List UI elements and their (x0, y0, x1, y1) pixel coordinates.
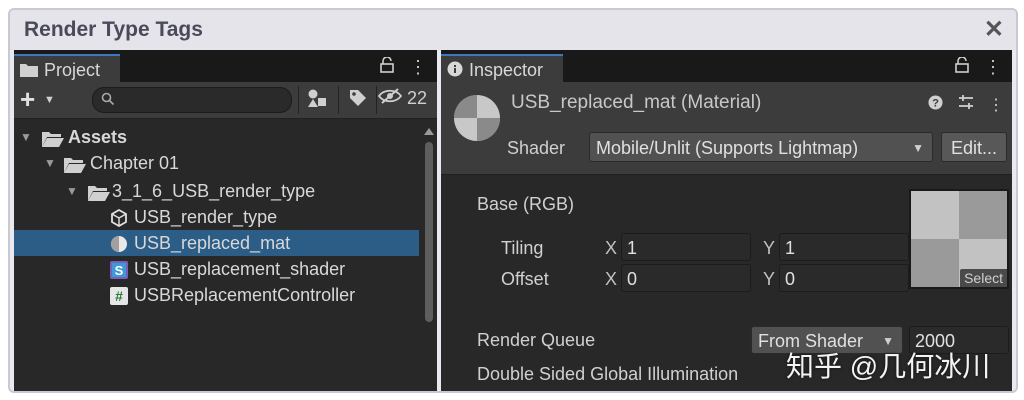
inspector-panel: Inspector ⋮ USB_replaced_mat (Material) … (441, 50, 1012, 391)
scroll-up-icon[interactable] (424, 128, 434, 135)
project-tab-tools: ⋮ (370, 56, 427, 78)
material-header-tools: ? ⋮ (918, 94, 1004, 115)
shader-dropdown-value: Mobile/Unlit (Supports Lightmap) (596, 138, 859, 158)
tree-item-label: USB_replaced_mat (134, 233, 291, 253)
label-tag-icon[interactable] (348, 88, 368, 113)
folder-open-icon (64, 154, 86, 180)
chevron-down-icon[interactable]: ▼ (20, 124, 32, 150)
help-icon[interactable]: ? (928, 95, 947, 114)
toolbar-divider (298, 86, 299, 114)
tab-project[interactable]: Project (14, 54, 121, 82)
chevron-down-icon[interactable]: ▼ (44, 150, 56, 176)
preset-settings-icon[interactable] (958, 95, 978, 114)
chevron-down-icon[interactable]: ▼ (44, 94, 55, 106)
window-title: Render Type Tags (24, 18, 203, 41)
asset-tree: ▼ Assets ▼ Chapter 01 ▼ 3_1_6_USB_render… (14, 120, 419, 391)
project-toolbar: + ▼ 22 (14, 82, 437, 119)
tree-item-chapter[interactable]: ▼ Chapter 01 (14, 150, 419, 176)
tree-item-script[interactable]: # USBReplacementController (14, 282, 419, 308)
svg-text:S: S (115, 263, 124, 278)
kebab-menu-icon[interactable]: ⋮ (988, 97, 1004, 114)
tree-item-folder[interactable]: ▼ 3_1_6_USB_render_type (14, 178, 419, 204)
inspector-tab-tools: ⋮ (945, 56, 1002, 78)
tiling-x-field[interactable]: 1 (621, 233, 751, 261)
close-icon[interactable]: ✕ (984, 15, 1004, 44)
tree-item-label: Chapter 01 (90, 153, 180, 173)
watermark-text: 知乎 @几何冰川 (786, 351, 991, 382)
toolbar-divider (376, 86, 377, 114)
csharp-script-icon: # (110, 286, 128, 312)
hidden-packages-toggle[interactable]: 22 (377, 88, 428, 109)
tab-inspector[interactable]: Inspector (441, 54, 564, 82)
tiling-label: Tiling (501, 238, 544, 258)
inspector-tabbar: Inspector ⋮ (441, 50, 1012, 82)
chevron-down-icon[interactable]: ▼ (66, 178, 78, 204)
eye-slash-icon (377, 88, 407, 108)
scroll-thumb[interactable] (425, 142, 433, 322)
project-panel: Project ⋮ + ▼ 22 ▼ Assets ▼ Chapter 01 ▼… (14, 50, 437, 391)
svg-text:#: # (115, 288, 123, 304)
kebab-menu-icon[interactable]: ⋮ (984, 57, 1002, 77)
hidden-count: 22 (407, 88, 428, 108)
render-queue-label: Render Queue (477, 330, 596, 350)
shader-label: Shader (507, 138, 566, 158)
tree-item-label: 3_1_6_USB_render_type (112, 181, 316, 201)
offset-y-field[interactable]: 0 (779, 264, 909, 292)
toolbar-divider (338, 86, 339, 114)
tree-item-label: USBReplacementController (134, 285, 356, 305)
offset-x-axis-label: X (605, 269, 618, 289)
tiling-y-axis-label: Y (763, 238, 776, 258)
tree-item-label: Assets (68, 127, 128, 147)
material-header: USB_replaced_mat (Material) ? ⋮ Shader M… (441, 82, 1012, 175)
lock-icon[interactable] (955, 56, 974, 77)
edit-shader-button[interactable]: Edit... (941, 132, 1007, 162)
search-input[interactable] (117, 88, 286, 114)
shader-dropdown[interactable]: Mobile/Unlit (Supports Lightmap) ▼ (589, 132, 933, 162)
tab-project-label: Project (44, 60, 101, 80)
tree-item-scene[interactable]: USB_render_type (14, 204, 419, 230)
tab-inspector-label: Inspector (469, 60, 544, 80)
offset-y-axis-label: Y (763, 269, 776, 289)
base-texture-slot[interactable]: Select (909, 189, 1009, 289)
svg-text:?: ? (932, 98, 939, 110)
dsgi-label: Double Sided Global Illumination (477, 364, 739, 384)
base-rgb-label: Base (RGB) (477, 194, 575, 214)
tiling-y-field[interactable]: 1 (779, 233, 909, 261)
tree-item-material[interactable]: USB_replaced_mat (14, 230, 419, 256)
material-preview-icon (453, 94, 501, 147)
title-bar: Render Type Tags ✕ (10, 10, 1016, 50)
lock-icon[interactable] (380, 56, 399, 77)
texture-select-button[interactable]: Select (960, 269, 1007, 287)
offset-label: Offset (501, 269, 549, 289)
chevron-down-icon: ▼ (912, 141, 924, 155)
tree-scrollbar[interactable] (423, 128, 435, 379)
tree-item-label: USB_replacement_shader (134, 259, 346, 279)
search-by-type-icon[interactable] (306, 88, 328, 113)
search-icon (101, 92, 115, 111)
tiling-x-axis-label: X (605, 238, 618, 258)
material-title: USB_replaced_mat (Material) (511, 92, 762, 113)
tree-item-label: USB_render_type (134, 207, 278, 227)
project-search[interactable] (92, 87, 292, 114)
project-tabbar: Project ⋮ (14, 50, 437, 82)
kebab-menu-icon[interactable]: ⋮ (409, 57, 427, 77)
tree-item-shader[interactable]: S USB_replacement_shader (14, 256, 419, 282)
add-asset-button[interactable]: + (20, 84, 35, 115)
offset-x-field[interactable]: 0 (621, 264, 751, 292)
window-frame: Render Type Tags ✕ Project ⋮ + ▼ 22 ▼ As… (8, 8, 1018, 393)
tree-item-assets[interactable]: ▼ Assets (14, 124, 419, 150)
